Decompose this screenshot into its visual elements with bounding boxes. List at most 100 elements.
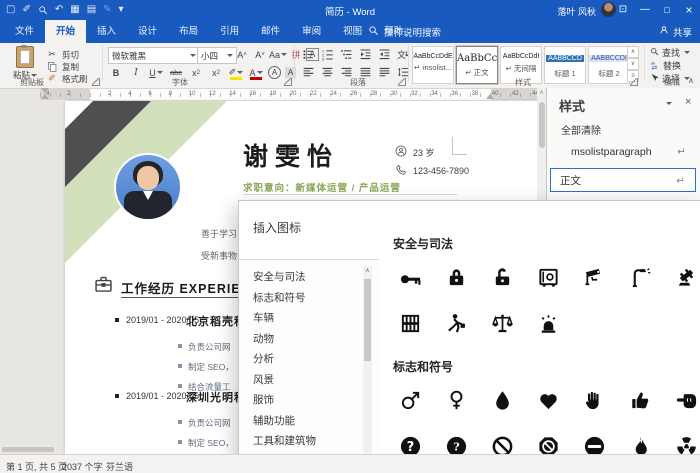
- category-scrollbar[interactable]: ∧: [363, 266, 372, 470]
- styles-dialog-launcher-icon[interactable]: [630, 78, 638, 86]
- bullets-icon[interactable]: [300, 47, 316, 62]
- icon-category-车辆[interactable]: 车辆: [253, 310, 274, 325]
- thumbs-up-icon[interactable]: [625, 387, 655, 413]
- tab-1[interactable]: 开始: [45, 20, 87, 43]
- icon-category-分析[interactable]: 分析: [253, 351, 274, 366]
- language-indicator[interactable]: 芬兰语: [106, 460, 133, 473]
- icon-category-动物[interactable]: 动物: [253, 331, 274, 346]
- scales-icon[interactable]: [487, 310, 517, 336]
- male-icon[interactable]: [395, 387, 425, 413]
- italic-icon[interactable]: I: [128, 65, 144, 80]
- svg-text:ab: ab: [651, 60, 656, 65]
- superscript-icon[interactable]: x2: [208, 65, 224, 80]
- style-card-msolist...[interactable]: AaBbCcDdE ↵ msolist...: [412, 46, 454, 84]
- maximize-button[interactable]: [656, 0, 678, 20]
- close-button[interactable]: [678, 0, 700, 20]
- increase-indent-icon[interactable]: [376, 47, 392, 62]
- styles-pane-menu-icon[interactable]: [666, 102, 672, 105]
- shrink-font-icon[interactable]: A: [252, 47, 268, 62]
- icon-category-服饰[interactable]: 服饰: [253, 392, 274, 407]
- title-bar: ▢ ✐ ↶ ▦ ▤ ✎ ▾ 简历 - Word 落叶 风秋: [0, 0, 700, 20]
- tab-3[interactable]: 设计: [127, 20, 168, 43]
- ribbon-display-options-icon[interactable]: [612, 0, 634, 20]
- clipboard-dialog-launcher-icon[interactable]: [92, 78, 100, 86]
- decrease-indent-icon[interactable]: [357, 47, 373, 62]
- account-name[interactable]: 落叶 风秋: [557, 5, 596, 18]
- heart-icon[interactable]: [533, 387, 563, 413]
- ribbon-tabs: 文件 开始 插入 设计 布局 引用 邮件 审阅 视图 帮助: [4, 20, 414, 43]
- siren-icon[interactable]: [533, 310, 563, 336]
- align-left-icon[interactable]: [300, 65, 316, 80]
- document-scrollbar[interactable]: ∧: [537, 88, 546, 200]
- right-indent-marker[interactable]: [486, 94, 494, 99]
- font-size-combo[interactable]: 小四: [197, 47, 237, 64]
- female-icon[interactable]: [441, 387, 471, 413]
- icon-category-安全与司法[interactable]: 安全与司法: [253, 269, 306, 284]
- collapse-ribbon-icon[interactable]: ∧: [688, 76, 694, 85]
- gavel-icon[interactable]: [671, 264, 700, 290]
- style-pane-item-msolistparagraph[interactable]: msolistparagraph ↵: [550, 140, 696, 164]
- resume-objective: 求职意向：新媒体运营 / 产品运营: [243, 183, 401, 194]
- svg-text:?: ?: [453, 440, 459, 453]
- format-painter-button[interactable]: ✐ 格式刷: [44, 71, 87, 86]
- styles-pane-close-icon[interactable]: ×: [685, 96, 691, 108]
- icon-category-工具和建筑物[interactable]: 工具和建筑物: [253, 433, 316, 448]
- prison-bars-icon[interactable]: [395, 310, 425, 336]
- tab-8[interactable]: 视图: [332, 20, 373, 43]
- tab-5[interactable]: 引用: [209, 20, 250, 43]
- cctv-camera-icon[interactable]: [579, 264, 609, 290]
- droplet-icon[interactable]: [487, 387, 517, 413]
- style-card-标题 2[interactable]: AABBCCDI 标题 2: [588, 46, 630, 84]
- text-highlight-icon[interactable]: ✐: [228, 65, 244, 80]
- subscript-icon[interactable]: x2: [188, 65, 204, 80]
- enclose-characters-icon[interactable]: A: [268, 66, 281, 79]
- numbering-icon[interactable]: 123: [319, 47, 335, 62]
- replace-button[interactable]: ab 替换: [650, 59, 681, 72]
- page-indicator[interactable]: 第 1 页, 共 5 页: [6, 460, 67, 473]
- style-pane-item-正文[interactable]: 正文 ↵: [550, 168, 696, 192]
- tab-4[interactable]: 布局: [168, 20, 209, 43]
- raised-hand-icon[interactable]: [579, 387, 609, 413]
- find-icon: [650, 47, 659, 58]
- padlock-locked-icon[interactable]: [441, 264, 471, 290]
- underline-icon[interactable]: U: [148, 65, 164, 80]
- horizontal-scrollbar-thumb[interactable]: [2, 447, 54, 452]
- change-case-icon[interactable]: Aa: [269, 47, 288, 62]
- tab-0[interactable]: 文件: [4, 20, 45, 43]
- sub-bullet: [178, 440, 182, 444]
- styles-gallery-scroll[interactable]: ∧ ∨ ≡: [627, 46, 639, 82]
- ruler-number: 10: [188, 91, 196, 97]
- icon-category-风景[interactable]: 风景: [253, 372, 274, 387]
- find-button[interactable]: 查找: [650, 46, 691, 59]
- pointing-hand-icon[interactable]: [671, 387, 700, 413]
- distribute-icon[interactable]: [376, 65, 392, 80]
- ruler-number: 26: [350, 91, 358, 97]
- safe-icon[interactable]: [533, 264, 563, 290]
- share-button[interactable]: 共享: [659, 20, 692, 43]
- tab-7[interactable]: 审阅: [291, 20, 332, 43]
- multilevel-list-icon[interactable]: [338, 47, 354, 62]
- font-dialog-launcher-icon[interactable]: [284, 78, 292, 86]
- font-name-combo[interactable]: 微软雅黑: [108, 47, 200, 64]
- align-center-icon[interactable]: [319, 65, 335, 80]
- word-count[interactable]: 2037 个字: [62, 460, 103, 473]
- key-icon[interactable]: [395, 264, 425, 290]
- paragraph-dialog-launcher-icon[interactable]: [398, 78, 406, 86]
- minimize-button[interactable]: [634, 0, 656, 20]
- tab-2[interactable]: 插入: [86, 20, 127, 43]
- tell-me-search[interactable]: 操作说明搜索: [368, 20, 441, 43]
- style-card-标题 1[interactable]: AABBCCD 标题 1: [544, 46, 586, 84]
- grow-font-icon[interactable]: A: [234, 47, 250, 62]
- icon-category-辅助功能[interactable]: 辅助功能: [253, 413, 295, 428]
- font-color-icon[interactable]: A: [248, 65, 264, 80]
- tab-6[interactable]: 邮件: [250, 20, 291, 43]
- style-card-正文[interactable]: AaBbCcI ↵ 正文: [456, 46, 498, 84]
- hanging-indent-marker[interactable]: [41, 94, 49, 99]
- first-line-indent-marker[interactable]: [41, 88, 49, 93]
- icon-category-标志和符号[interactable]: 标志和符号: [253, 290, 306, 305]
- padlock-unlocked-icon[interactable]: [487, 264, 517, 290]
- clear-all-styles[interactable]: 全部清除: [561, 122, 601, 137]
- street-lamp-icon[interactable]: [625, 264, 655, 290]
- bold-icon[interactable]: B: [108, 65, 124, 80]
- running-thief-icon[interactable]: [441, 310, 471, 336]
